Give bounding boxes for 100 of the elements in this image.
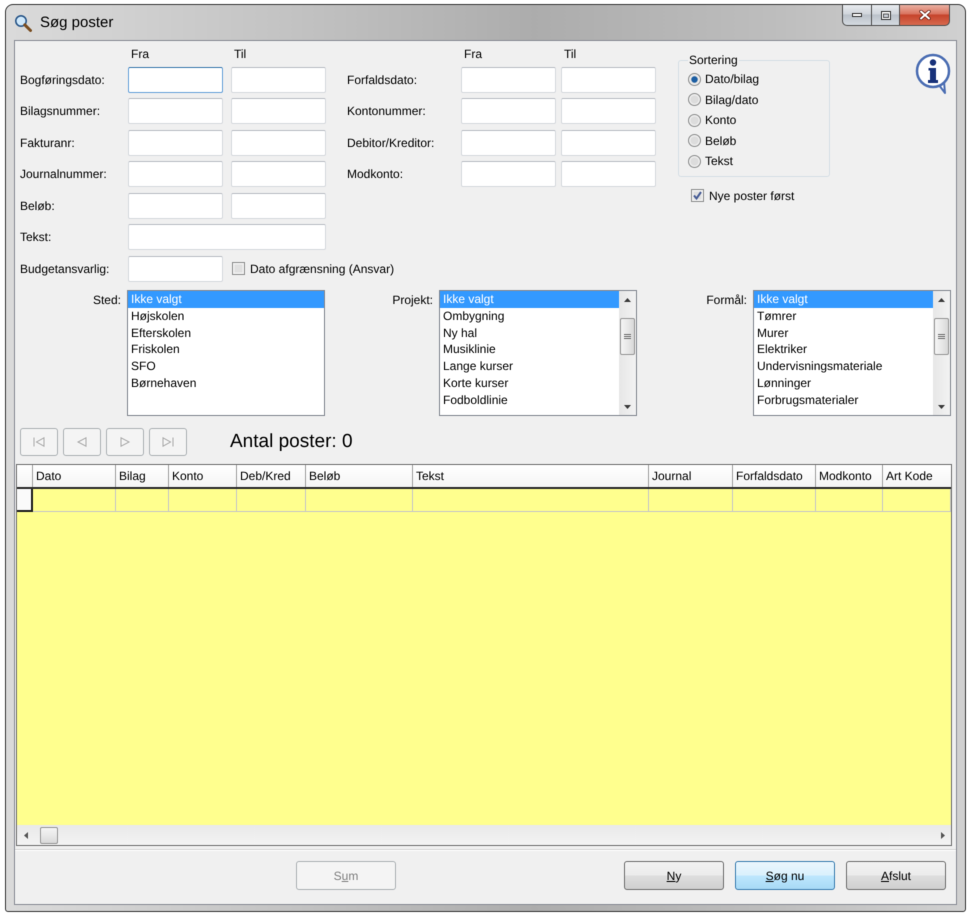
list-item[interactable]: Murer [754,324,933,342]
list-item[interactable]: Børnehaven [128,374,324,392]
field-label: Bogføringsdato: [20,72,105,86]
to-field[interactable] [561,130,656,156]
field-label: Debitor/Kreditor: [347,136,434,150]
to-field[interactable] [561,161,656,187]
radio-option[interactable]: Bilag/dato [688,90,821,110]
record-count: Antal poster: 0 [230,431,353,453]
skip-end-icon [162,437,174,447]
checkbox[interactable]: Nye poster først [691,188,830,204]
grip-icon [938,334,945,339]
search-icon [14,14,32,32]
up-arrow-icon[interactable] [624,298,631,302]
checkbox[interactable]: Dato afgrænsning (Ansvar) [232,260,394,276]
list-item[interactable]: Ombygning [440,308,619,325]
to-field[interactable] [231,130,326,156]
column-header[interactable]: Tekst [413,465,649,487]
list-box[interactable]: Ikke valgt Højskolen Efterskolen Friskolen SFO Børnehaven [127,290,325,416]
from-field[interactable] [461,161,556,187]
field-label: Fakturanr: [20,136,75,150]
list-label: Sted: [92,292,121,308]
column-header[interactable]: Dato [33,465,116,487]
list-item[interactable]: Tømrer [754,308,933,325]
list-label: Projekt: [392,292,433,308]
radio-option[interactable]: Beløb [688,130,821,151]
list-item[interactable]: Højskolen [128,308,324,325]
left-triangle-icon [76,437,88,447]
to-field[interactable] [561,66,656,92]
to-field[interactable] [231,161,326,187]
scrollbar[interactable] [933,291,950,415]
data-grid[interactable]: Dato Bilag Konto Deb/Kred Beløb Tekst Journal Forfaldsdato Modkonto Art Kode [16,464,952,846]
minimize-button[interactable] [842,5,872,26]
list-item[interactable]: Ny hal [440,324,619,342]
text-field[interactable] [128,224,326,250]
scrollbar[interactable] [619,291,636,415]
row-selector[interactable] [17,489,33,512]
to-field[interactable] [231,66,326,92]
column-header[interactable]: Forfaldsdato [733,465,816,487]
column-label: Fra [463,47,482,61]
down-arrow-icon[interactable] [938,404,945,408]
list-item[interactable]: Korte kurser [440,374,619,392]
close-icon [918,10,930,20]
field-label: Tekst: [20,230,52,244]
column-header[interactable]: Modkonto [816,465,883,487]
list-label: Formål: [706,292,747,308]
radio-option[interactable]: Dato/bilag [688,69,821,90]
maximize-button[interactable] [872,5,900,26]
to-field[interactable] [231,192,326,218]
list-item[interactable]: Lønninger [754,374,933,392]
list-item[interactable]: Musiklinie [440,341,619,358]
field-label: Forfaldsdato: [347,72,418,86]
list-item[interactable]: SFO [128,358,324,375]
from-field[interactable] [128,98,223,124]
to-field[interactable] [561,98,656,124]
new-button[interactable]: Ny [624,861,724,890]
from-field[interactable] [128,161,223,187]
input-field[interactable] [128,256,223,282]
column-header[interactable]: Journal [649,465,733,487]
field-label: Beløb: [20,198,55,212]
column-header[interactable]: Bilag [116,465,169,487]
list-box[interactable]: Ikke valgt Ombygning Ny hal Musiklinie Lange kurser Korte kurser Fodboldlinie [439,290,637,416]
up-arrow-icon[interactable] [938,298,945,302]
grip-icon [624,334,631,339]
right-arrow-icon[interactable] [940,832,944,838]
to-field[interactable] [231,98,326,124]
column-label: Til [233,47,246,61]
down-arrow-icon[interactable] [624,404,631,408]
list-item[interactable]: Friskolen [128,341,324,358]
from-field[interactable] [461,98,556,124]
scrollbar-thumb[interactable] [40,826,58,844]
maximize-icon [880,10,890,20]
horizontal-scrollbar[interactable] [17,825,951,845]
from-field[interactable] [128,192,223,218]
radio-option[interactable]: Tekst [688,151,821,172]
scrollbar-thumb[interactable] [620,318,635,355]
column-label: Fra [130,47,149,61]
from-field[interactable] [128,130,223,156]
column-header[interactable]: Beløb [306,465,413,487]
close-button[interactable] [900,5,950,26]
exit-button[interactable]: Afslut [846,861,946,890]
list-item[interactable]: Undervisningsmateriale [754,358,933,375]
list-item[interactable]: Forbrugsmaterialer [754,392,933,409]
column-header[interactable]: Deb/Kred [237,465,306,487]
list-item[interactable]: Efterskolen [128,324,324,342]
radio-option[interactable]: Konto [688,110,821,130]
column-header[interactable]: Konto [169,465,237,487]
list-item[interactable]: Elektriker [754,341,933,358]
from-field[interactable] [461,130,556,156]
column-header[interactable]: Art Kode [883,465,951,487]
from-field[interactable] [461,66,556,92]
list-item[interactable]: Fodboldlinie [440,392,619,409]
right-triangle-icon [119,437,131,447]
list-item[interactable]: Lange kurser [440,358,619,375]
from-field[interactable] [128,66,223,92]
left-arrow-icon[interactable] [24,832,28,838]
field-label: Bilagsnummer: [20,104,100,118]
search-button[interactable]: Søg nu [735,861,835,890]
field-label: Modkonto: [347,167,404,181]
list-box[interactable]: Ikke valgt Tømrer Murer Elektriker Undervisningsmateriale Lønninger Forbrugsmaterialer [753,290,951,416]
scrollbar-thumb[interactable] [934,318,949,355]
